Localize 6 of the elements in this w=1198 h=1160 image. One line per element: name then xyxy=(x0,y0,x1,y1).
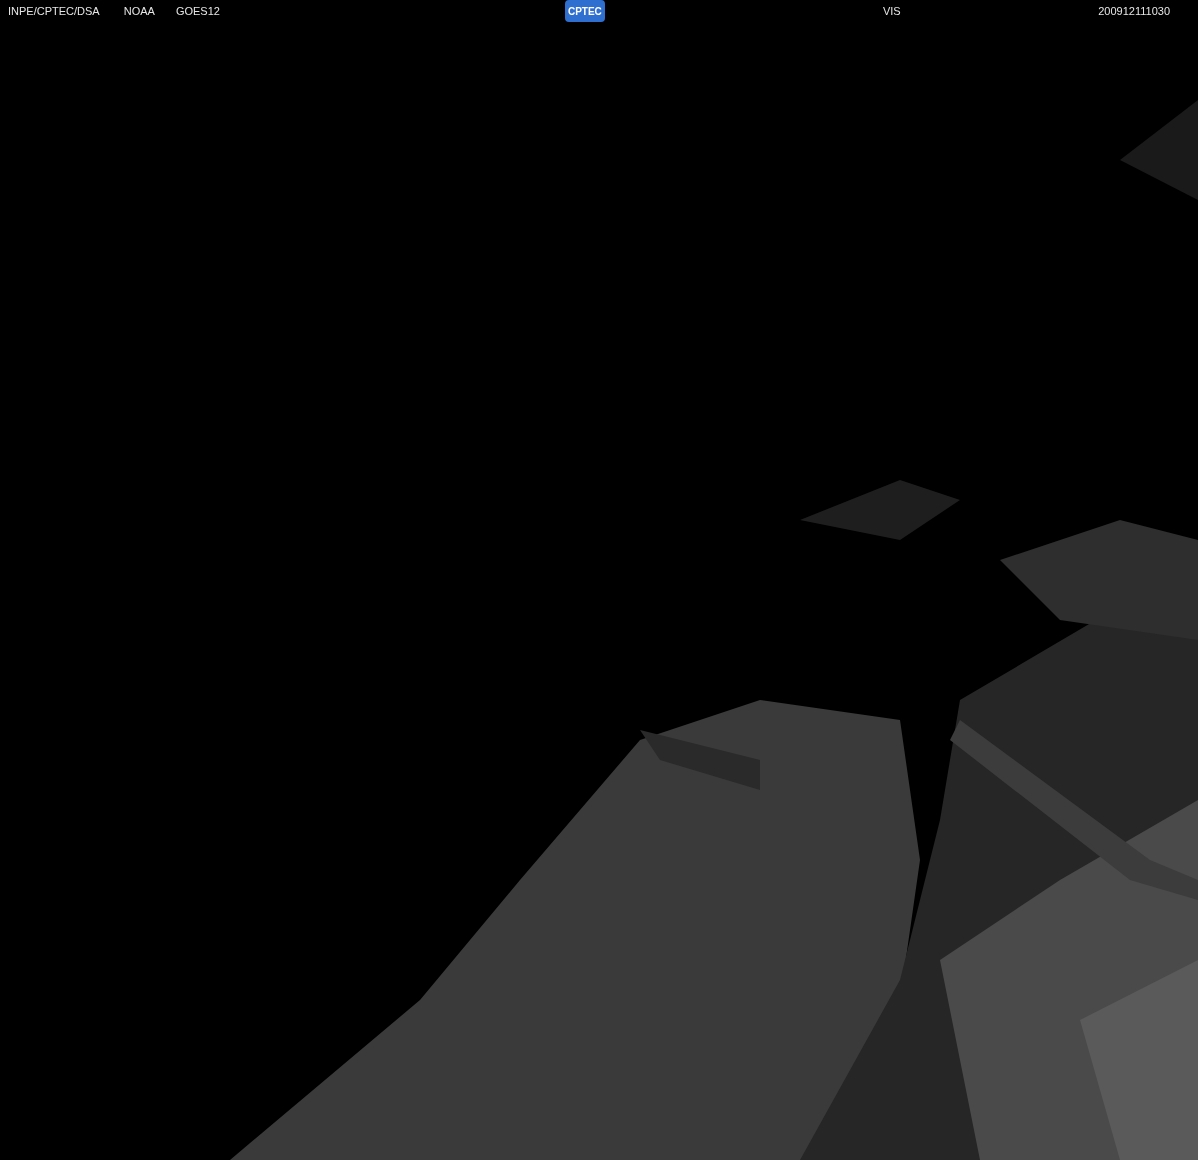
logo: CPTEC xyxy=(564,0,605,22)
channel-label: VIS xyxy=(882,5,901,18)
timestamp-label: 200912111030 xyxy=(1098,5,1170,18)
source-label: INPE/CPTEC/DSA xyxy=(8,5,100,18)
agency-label: NOAA xyxy=(123,5,155,18)
satellite-label: GOES12 xyxy=(175,5,220,18)
